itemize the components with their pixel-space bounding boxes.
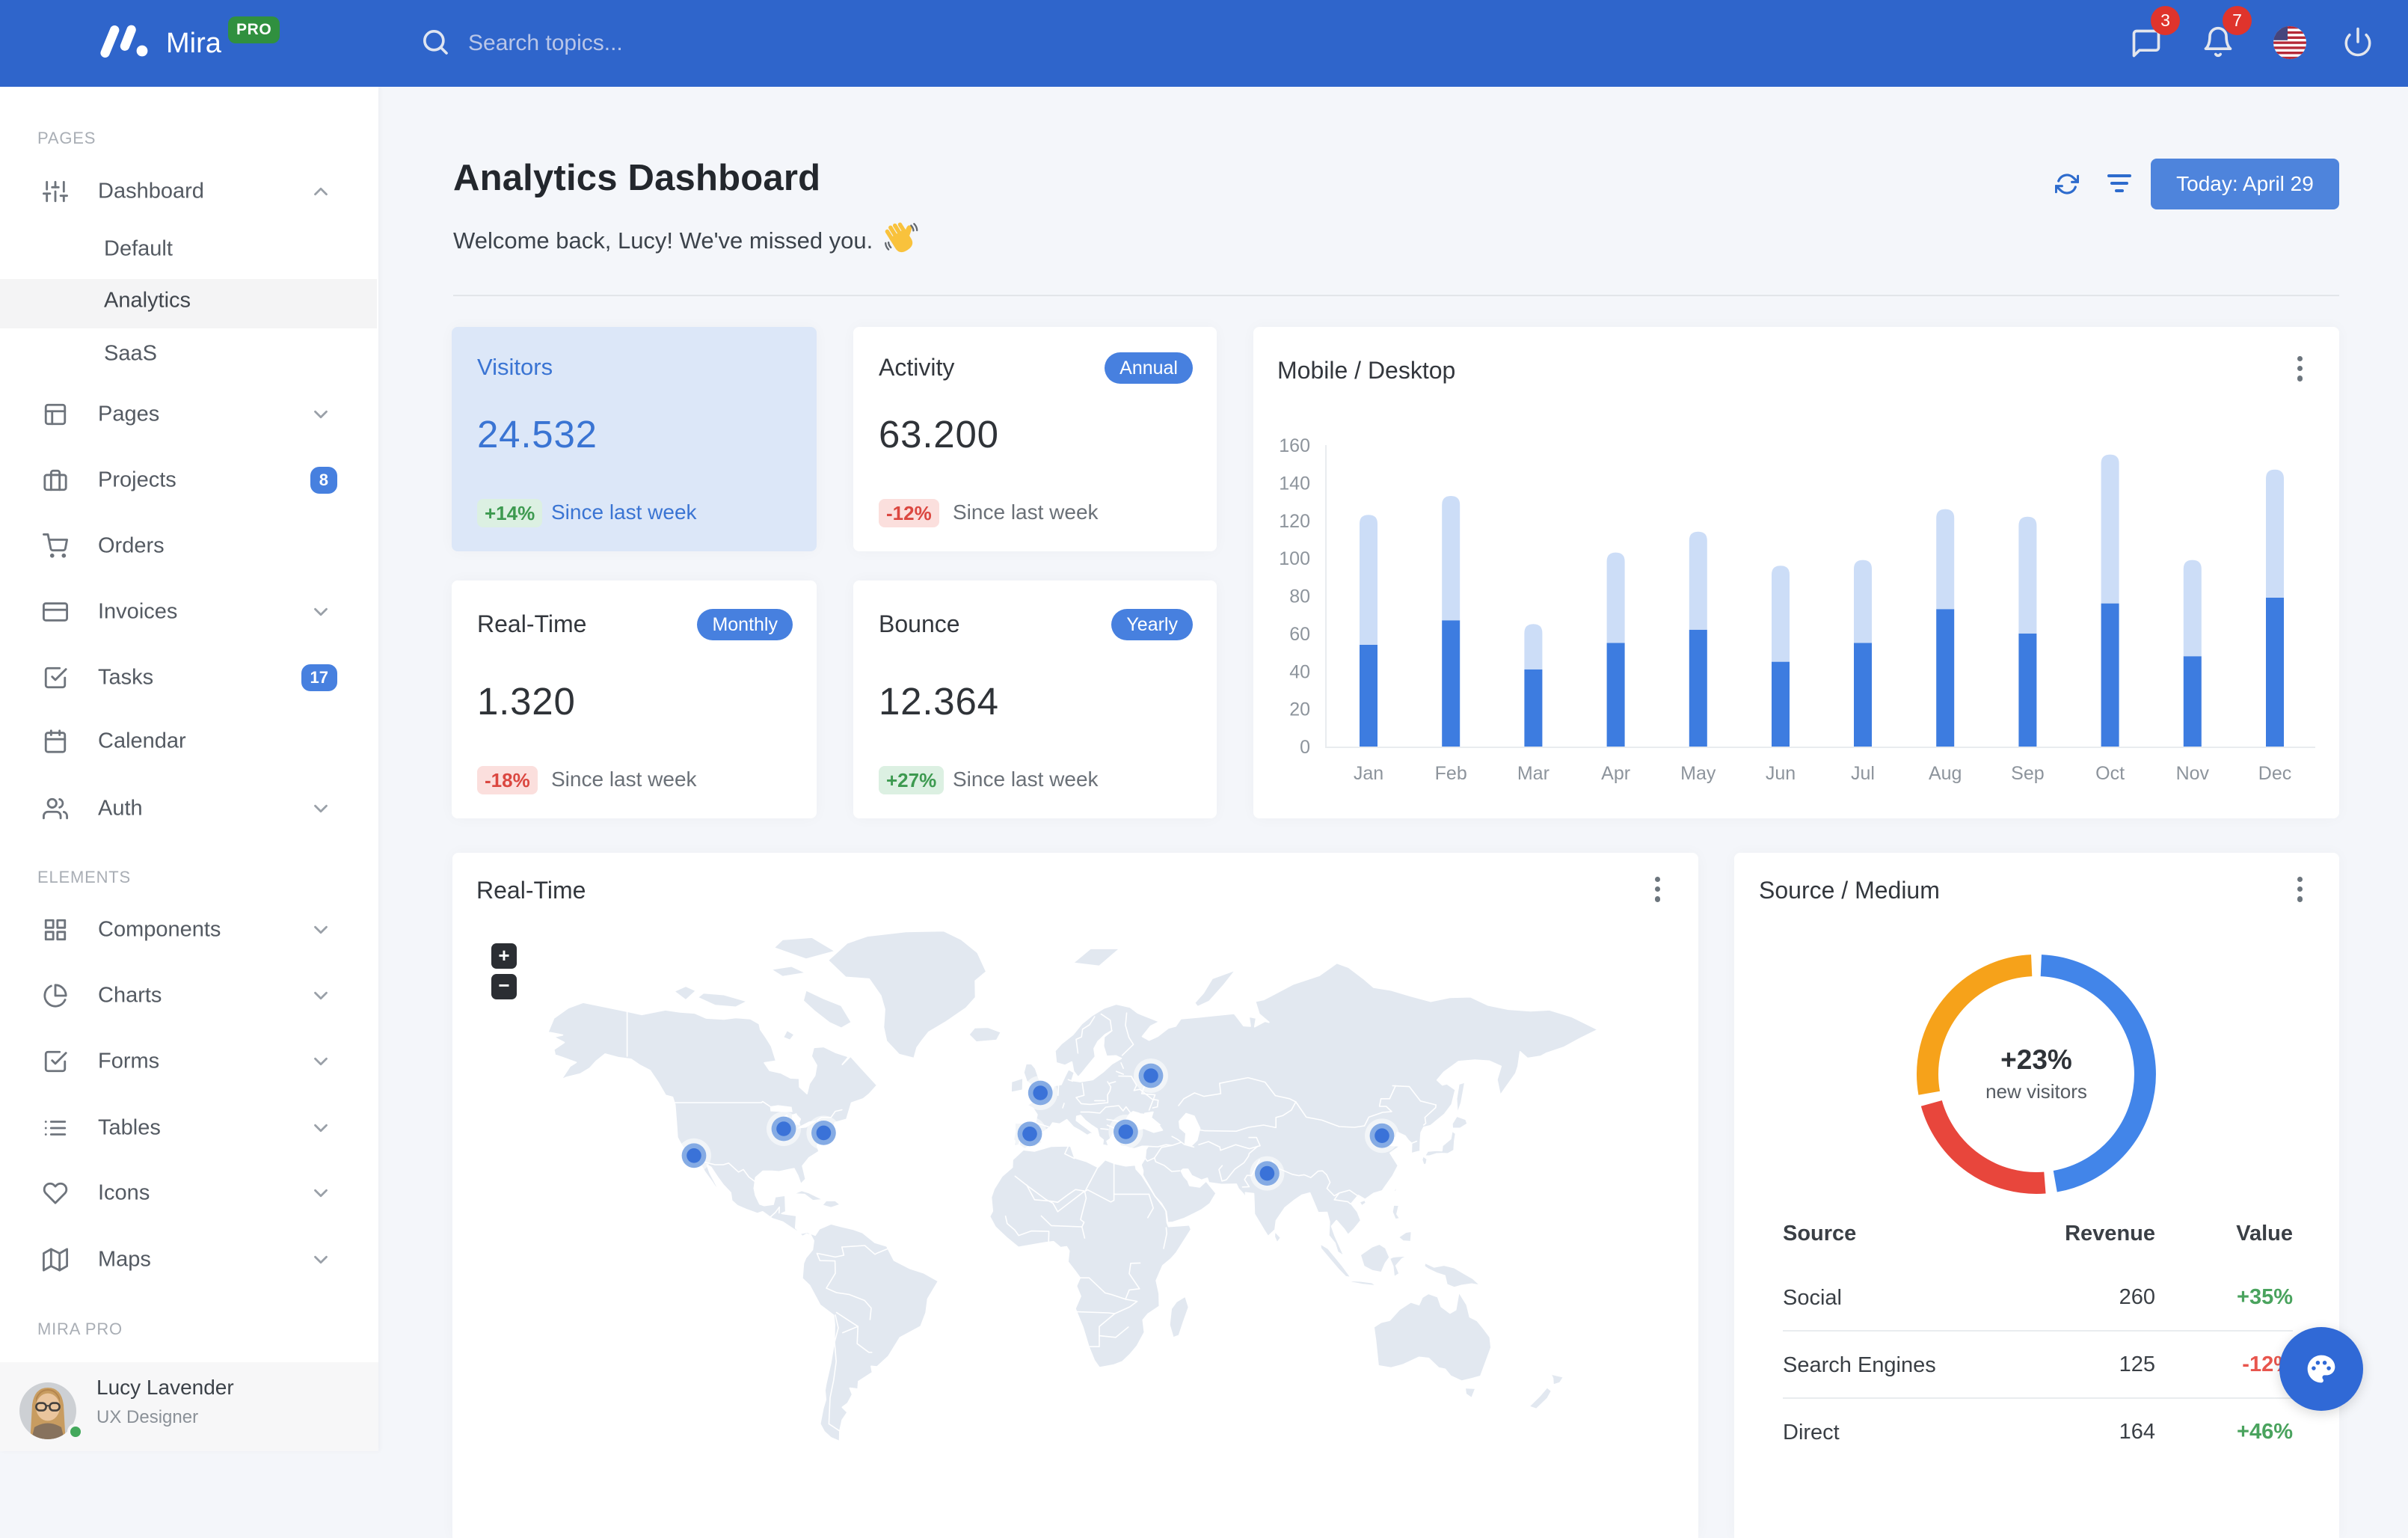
svg-text:120: 120 xyxy=(1279,511,1310,532)
svg-text:Jan: Jan xyxy=(1354,763,1383,784)
svg-text:Aug: Aug xyxy=(1929,763,1962,784)
svg-text:80: 80 xyxy=(1289,586,1310,607)
svg-text:20: 20 xyxy=(1289,699,1310,720)
svg-text:Nov: Nov xyxy=(2176,763,2210,784)
svg-text:Jun: Jun xyxy=(1766,763,1796,784)
svg-text:160: 160 xyxy=(1279,435,1310,456)
svg-text:Oct: Oct xyxy=(2095,763,2125,784)
svg-text:60: 60 xyxy=(1289,624,1310,645)
svg-text:100: 100 xyxy=(1279,548,1310,569)
svg-text:May: May xyxy=(1680,763,1716,784)
svg-text:Dec: Dec xyxy=(2258,763,2291,784)
svg-text:Apr: Apr xyxy=(1601,763,1630,784)
svg-text:Sep: Sep xyxy=(2011,763,2044,784)
svg-text:140: 140 xyxy=(1279,473,1310,494)
svg-text:40: 40 xyxy=(1289,661,1310,682)
svg-text:Mar: Mar xyxy=(1517,763,1549,784)
svg-text:Feb: Feb xyxy=(1435,763,1467,784)
svg-text:0: 0 xyxy=(1300,737,1310,758)
svg-text:Jul: Jul xyxy=(1851,763,1875,784)
